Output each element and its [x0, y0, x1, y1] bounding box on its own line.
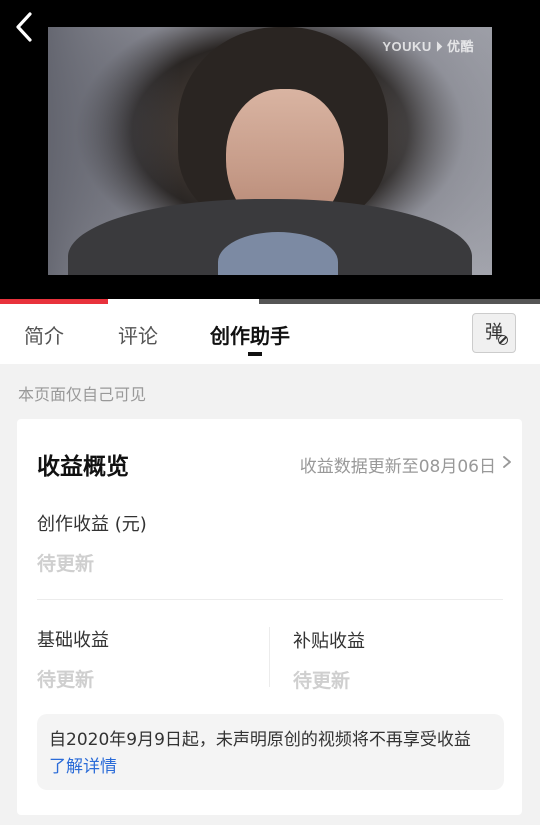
income-update-link[interactable]: 收益数据更新至08月06日	[300, 452, 496, 477]
tab-bar: 简介 评论 创作助手 弹	[0, 304, 540, 364]
chevron-left-icon	[16, 12, 32, 42]
danmu-toggle-button[interactable]: 弹	[472, 313, 516, 353]
youku-watermark: YOUKU ⏵ 优酷	[382, 39, 474, 54]
video-frame: YOUKU ⏵ 优酷	[48, 27, 492, 275]
danmu-off-icon	[498, 335, 508, 345]
basic-income-label: 基础收益	[37, 630, 109, 651]
chevron-right-icon[interactable]	[500, 452, 514, 472]
learn-more-link[interactable]: 了解详情	[49, 754, 492, 780]
video-player[interactable]: YOUKU ⏵ 优酷	[0, 0, 540, 300]
visibility-note: 本页面仅自己可见	[18, 385, 147, 404]
creation-income-label: 创作收益 (元)	[37, 514, 147, 535]
tab-intro[interactable]: 简介	[24, 320, 64, 349]
active-tab-indicator	[248, 352, 262, 356]
tab-comments[interactable]: 评论	[118, 320, 158, 349]
vertical-divider	[269, 627, 270, 687]
subsidy-income-label: 补贴收益	[293, 631, 365, 652]
income-overview-card: 收益概览 收益数据更新至08月06日 创作收益 (元) 待更新 基础收益 待更新…	[17, 419, 522, 815]
income-title: 收益概览	[37, 454, 129, 480]
subsidy-income-value: 待更新	[293, 670, 351, 692]
tab-creator-assistant[interactable]: 创作助手	[210, 320, 290, 349]
divider	[37, 599, 503, 600]
policy-notice-text: 自2020年9月9日起，未声明原创的视频将不再享受收益	[49, 730, 471, 750]
back-button[interactable]	[10, 10, 40, 44]
policy-notice: 自2020年9月9日起，未声明原创的视频将不再享受收益 了解详情	[37, 714, 504, 790]
creation-income-value: 待更新	[37, 553, 95, 575]
basic-income-value: 待更新	[37, 669, 95, 691]
